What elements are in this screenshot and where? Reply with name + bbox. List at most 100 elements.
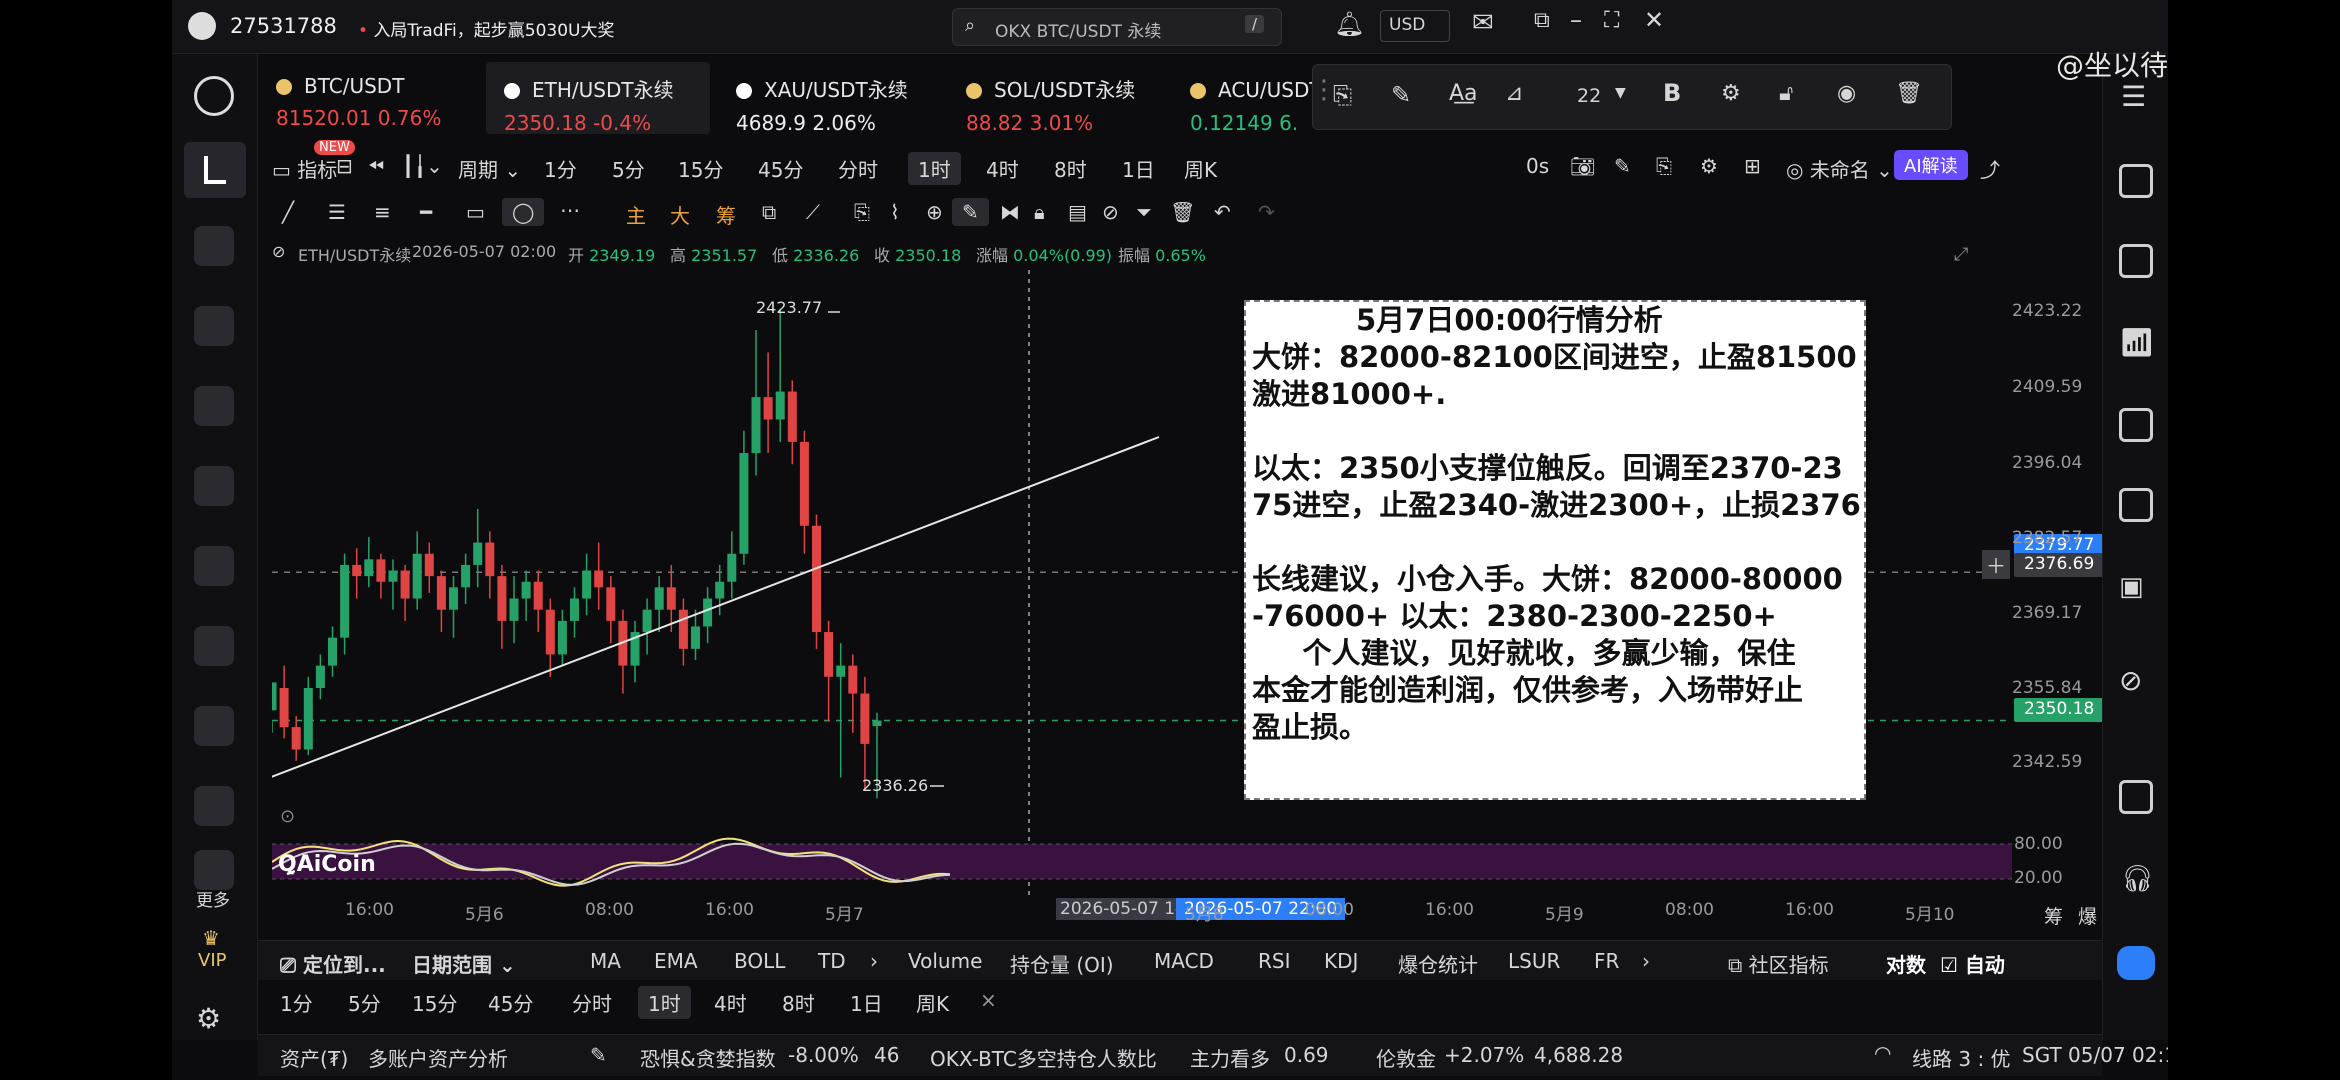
interval-week[interactable]: 周K (1184, 154, 1217, 183)
lock-icon[interactable]: 🔒︎ (1034, 200, 1045, 224)
eye-icon[interactable]: ◉ (1837, 81, 1856, 106)
tab-sol-usdt[interactable]: SOL/USDT永续 88.82 3.01% (948, 62, 1172, 135)
avatar[interactable] (188, 12, 216, 40)
bottom-interval-15m[interactable]: 15分 (412, 988, 457, 1017)
headset-icon[interactable]: 🎧︎ (2121, 864, 2154, 894)
fullscreen-icon[interactable]: ⛶ (1604, 8, 1619, 33)
vip-label[interactable]: VIP (198, 950, 226, 971)
exchange-icon[interactable]: ⊘ (2119, 664, 2142, 697)
bottom-interval-week[interactable]: 周K (916, 988, 949, 1017)
interval-15m[interactable]: 15分 (678, 154, 723, 183)
grid-icon[interactable]: ⊞ (1744, 154, 1761, 178)
sub-chart-toggle-icon[interactable]: ⊙ (280, 806, 295, 827)
monitor-icon[interactable] (194, 786, 234, 826)
lock-icon[interactable]: 🔓︎ (1779, 81, 1793, 106)
news-icon[interactable] (194, 226, 234, 266)
indicator-rsi[interactable]: RSI (1258, 949, 1291, 973)
more-label[interactable]: 更多 (196, 886, 230, 911)
indicator-td[interactable]: TD (818, 949, 846, 973)
search-input[interactable]: ⌕ OKX BTC/USDT 永续 / (952, 8, 1282, 46)
whale-toggle[interactable]: 大 (670, 200, 690, 229)
multi-account-label[interactable]: 多账户资产分析 (368, 1043, 508, 1072)
stats-icon[interactable] (2119, 408, 2153, 442)
locate-button[interactable]: ⎚ 定位到... (280, 949, 386, 978)
connection-line[interactable]: 线路 3 : 优 (1912, 1043, 2011, 1072)
bottom-interval-8h[interactable]: 8时 (782, 988, 815, 1017)
add-alert-icon[interactable]: ＋ (1982, 550, 2010, 579)
share-window-icon[interactable]: ⧉ (1534, 8, 1550, 33)
indicator-ema[interactable]: EMA (654, 949, 698, 973)
indicator-button[interactable]: ▭ 指标 (272, 154, 337, 183)
copy-icon[interactable]: ⎘ (854, 200, 870, 224)
share-icon[interactable]: ⤴ (1980, 154, 2000, 183)
indicator-volume[interactable]: Volume (908, 949, 982, 973)
chart-nav-icon[interactable] (184, 142, 246, 198)
close-icon[interactable]: ✕ (1644, 6, 1664, 34)
price-tag-icon[interactable] (2119, 244, 2153, 278)
period-select[interactable]: 周期 ⌄ (458, 154, 521, 183)
settings-icon[interactable]: ⚙ (196, 1002, 221, 1035)
parallel-tool-icon[interactable]: ☰ (328, 200, 346, 224)
community-indicator-button[interactable]: ⧉ 社区指标 (1728, 949, 1829, 978)
analysis-icon[interactable] (194, 466, 234, 506)
tab-eth-usdt[interactable]: ETH/USDT永续 2350.18 -0.4% (486, 62, 710, 135)
auto-scale-toggle[interactable]: ☑ 自动 (1940, 949, 2005, 978)
chips-toggle[interactable]: 筹 (716, 200, 736, 229)
trash-icon[interactable]: 🗑︎ (1170, 200, 1195, 224)
candle-type-icon[interactable]: ┃╽⌄ (402, 154, 443, 178)
assets-label[interactable]: 资产(₮) (280, 1043, 348, 1072)
interval-1h[interactable]: 1时 (908, 152, 961, 185)
pen-icon[interactable]: ✎ (1614, 154, 1631, 178)
bell-icon[interactable]: 🔔︎ (1334, 10, 1364, 38)
aicoin-logo-icon[interactable] (194, 76, 234, 116)
date-range-select[interactable]: 日期范围 ⌄ (412, 949, 516, 978)
rect-tool-icon[interactable]: ▭ (466, 200, 485, 224)
bottom-interval-1m[interactable]: 1分 (280, 988, 313, 1017)
trash-icon[interactable]: 🗑︎ (1895, 81, 1923, 106)
main-indicator-toggle[interactable]: 主 (626, 200, 646, 229)
export-icon[interactable]: ⎘ (1656, 154, 1672, 178)
zoom-icon[interactable]: ⊕ (926, 200, 943, 224)
etf-icon[interactable] (2119, 488, 2153, 522)
settings-icon[interactable]: ⚙ (1700, 154, 1718, 178)
ruler-icon[interactable]: ⌇ (890, 200, 900, 224)
indicator-fr[interactable]: FR (1594, 949, 1619, 973)
bottom-interval-45m[interactable]: 45分 (488, 988, 533, 1017)
connect-icon[interactable]: ⧓ (1000, 200, 1020, 224)
interval-8h[interactable]: 8时 (1054, 154, 1087, 183)
indicator-oi[interactable]: 持仓量 (OI) (1010, 949, 1114, 978)
promo-banner[interactable]: • 入局TradFi，起步赢5030U大奖 (358, 16, 615, 41)
layout-name-select[interactable]: ◎ 未命名 ⌄ (1786, 154, 1893, 183)
key-icon[interactable] (194, 706, 234, 746)
magnet-icon[interactable]: ⧉ (762, 200, 776, 224)
ruler2-icon[interactable]: ▤ (1068, 200, 1087, 224)
bold-button[interactable]: B (1663, 79, 1681, 107)
more-tools-icon[interactable]: ⋯ (560, 198, 580, 222)
menu-icon[interactable]: ☰ (2121, 80, 2146, 113)
rewind-icon[interactable]: ⏪︎ (368, 154, 384, 178)
chips-axis-label[interactable]: 筹 (2044, 902, 2063, 929)
indicator-kdj[interactable]: KDJ (1324, 949, 1358, 973)
tab-xau-usdt[interactable]: XAU/USDT永续 4689.9 2.06% (718, 62, 942, 135)
chevron-right-icon[interactable]: › (1642, 949, 1650, 973)
interval-1m[interactable]: 1分 (544, 154, 577, 183)
message-icon[interactable] (194, 626, 234, 666)
ai-button[interactable]: AI解读 (1894, 150, 1968, 180)
robot-icon[interactable]: ▣ (2119, 572, 2144, 602)
line-tool-icon[interactable]: ╱ (282, 200, 294, 224)
filter-icon[interactable]: ⏷ (1136, 200, 1152, 224)
bottom-interval-5m[interactable]: 5分 (348, 988, 381, 1017)
user-id[interactable]: 27531788 (230, 14, 337, 38)
bottom-interval-4h[interactable]: 4时 (714, 988, 747, 1017)
analysis-note[interactable]: 5月7日00:00行情分析 大饼：82000-82100区间进空，止盈81500… (1244, 300, 1866, 800)
tab-btc-usdt[interactable]: BTC/USDT 81520.01 0.76% (258, 62, 482, 134)
currency-select[interactable]: USD (1380, 10, 1450, 42)
redo-icon[interactable]: ↷ (1258, 200, 1275, 224)
signal-icon[interactable]: 📶︎ (2119, 326, 2155, 359)
settings-icon[interactable]: ⚙ (1721, 81, 1741, 106)
bottom-interval-1h[interactable]: 1时 (638, 986, 691, 1019)
indicator-boll[interactable]: BOLL (734, 949, 785, 973)
camera-icon[interactable]: 📷︎ (1570, 154, 1595, 178)
chevron-right-icon[interactable]: › (870, 949, 878, 973)
indicator-ma[interactable]: MA (590, 949, 621, 973)
